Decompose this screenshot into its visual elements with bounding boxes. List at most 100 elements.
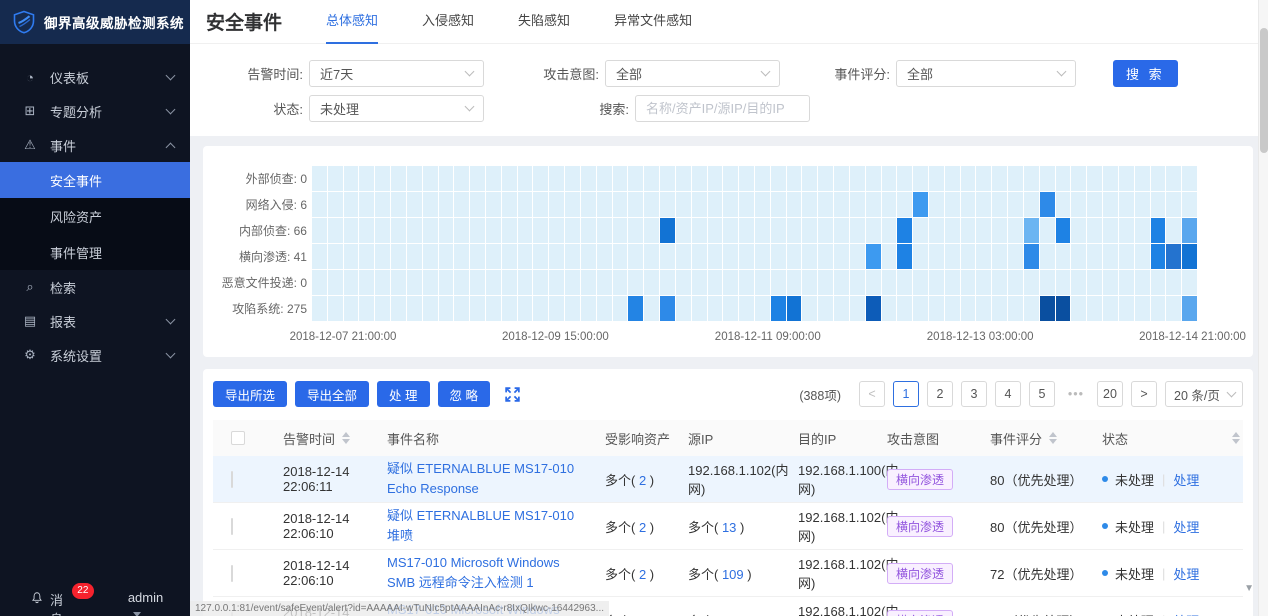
sort-icon[interactable] xyxy=(1232,432,1240,444)
handle-link[interactable]: 处理 xyxy=(1173,611,1199,616)
chevron-down-icon xyxy=(166,71,176,81)
heatmap-cell xyxy=(407,270,422,295)
export-selected-button[interactable]: 导出所选 xyxy=(213,381,287,407)
heatmap-cell xyxy=(676,166,691,191)
handle-button[interactable]: 处 理 xyxy=(377,381,429,407)
heatmap-cell xyxy=(992,218,1007,243)
page-button-20[interactable]: 20 xyxy=(1097,381,1123,407)
heatmap-cell xyxy=(1135,166,1150,191)
event-name-link[interactable]: 疑似 ETERNALBLUE MS17-010 堆喷 xyxy=(387,508,574,543)
count-link[interactable]: 109 xyxy=(722,567,744,582)
logo-shield-icon xyxy=(12,10,36,34)
handle-link[interactable]: 处理 xyxy=(1173,564,1199,583)
tab-compromise[interactable]: 失陷感知 xyxy=(518,0,570,44)
heatmap-cell xyxy=(913,218,928,243)
page-button-1[interactable]: 1 xyxy=(893,381,919,407)
alert-time-select[interactable]: 近7天 xyxy=(309,60,484,87)
heatmap-cell xyxy=(818,244,833,269)
count-link[interactable]: 2 xyxy=(639,473,646,488)
handle-link[interactable]: 处理 xyxy=(1173,470,1199,489)
heatmap-cell xyxy=(1040,270,1055,295)
heatmap-cell xyxy=(1182,192,1197,217)
event-score-select[interactable]: 全部 xyxy=(896,60,1076,87)
sidebar-subitem-risk-assets[interactable]: 风险资产 xyxy=(0,198,190,234)
heatmap-cell xyxy=(1040,296,1055,321)
sidebar-item-reports[interactable]: ▤报表 xyxy=(0,304,190,338)
heatmap-cell xyxy=(1182,244,1197,269)
source-ip-cell: 多个( 13 ) xyxy=(688,517,798,536)
tab-intrusion[interactable]: 入侵感知 xyxy=(422,0,474,44)
heatmap-cell xyxy=(913,166,928,191)
heatmap-row-label: 外部侦查: 0 xyxy=(203,166,307,192)
export-all-button[interactable]: 导出全部 xyxy=(295,381,369,407)
sidebar-subitem-security-events[interactable]: 安全事件 xyxy=(0,162,190,198)
sidebar-item-system-settings[interactable]: ⚙系统设置 xyxy=(0,338,190,372)
heatmap-cell xyxy=(739,166,754,191)
ellipsis-page-button: ••• xyxy=(1063,381,1089,407)
heatmap-cell xyxy=(470,218,485,243)
keyword-input[interactable] xyxy=(635,95,810,122)
sidebar-item-events[interactable]: ⚠事件 xyxy=(0,128,190,162)
event-name-link[interactable]: MS17-010 Microsoft Windows SMB 远程命令注入检测 … xyxy=(387,555,560,590)
heatmap-cell xyxy=(1151,244,1166,269)
attack-intent-badge: 横向渗透 xyxy=(887,516,953,537)
row-checkbox[interactable] xyxy=(231,518,233,535)
page-button-4[interactable]: 4 xyxy=(995,381,1021,407)
heatmap-cell xyxy=(359,296,374,321)
fullscreen-expand-icon[interactable] xyxy=(504,386,521,403)
x-axis-tick-label: 2018-12-09 15:00:00 xyxy=(502,331,609,343)
status-select[interactable]: 未处理 xyxy=(309,95,484,122)
row-checkbox[interactable] xyxy=(231,565,233,582)
heatmap-cell xyxy=(1008,244,1023,269)
heatmap-cell xyxy=(1135,270,1150,295)
heatmap-cell xyxy=(454,192,469,217)
user-menu[interactable]: admin xyxy=(128,590,176,616)
count-link[interactable]: 2 xyxy=(639,567,646,582)
heatmap-cell xyxy=(533,218,548,243)
handle-link[interactable]: 处理 xyxy=(1173,517,1199,536)
heatmap-cell xyxy=(1024,270,1039,295)
event-name-link[interactable]: 疑似 ETERNALBLUE MS17-010 Echo Response xyxy=(387,461,574,496)
heatmap-cell xyxy=(1056,166,1071,191)
heatmap-cell xyxy=(929,296,944,321)
heatmap-cell xyxy=(992,296,1007,321)
count-link[interactable]: 13 xyxy=(722,520,736,535)
heatmap-cell xyxy=(502,296,517,321)
heatmap-cell xyxy=(1087,218,1102,243)
heatmap-cell xyxy=(565,218,580,243)
sidebar-item-dashboard[interactable]: ◔仪表板 xyxy=(0,60,190,94)
heatmap-cell xyxy=(866,270,881,295)
vertical-scrollbar[interactable] xyxy=(1258,0,1268,616)
page-button-5[interactable]: 5 xyxy=(1029,381,1055,407)
sidebar-item-topic-analysis[interactable]: ⊞专题分析 xyxy=(0,94,190,128)
next-page-button[interactable]: > xyxy=(1131,381,1157,407)
content-area: 外部侦查: 0网络入侵: 6内部侦查: 66横向渗透: 41恶意文件投递: 0攻… xyxy=(190,136,1268,616)
heatmap-cell xyxy=(834,244,849,269)
column-header: 事件评分 xyxy=(990,429,1102,448)
heatmap-cell xyxy=(628,296,643,321)
sort-icon[interactable] xyxy=(1049,432,1057,444)
select-all-checkbox[interactable] xyxy=(231,431,245,445)
page-button-2[interactable]: 2 xyxy=(927,381,953,407)
tab-abnormal-file[interactable]: 异常文件感知 xyxy=(614,0,692,44)
heatmap-cell xyxy=(470,192,485,217)
sort-icon[interactable] xyxy=(342,432,350,444)
sidebar-subitem-event-management[interactable]: 事件管理 xyxy=(0,234,190,270)
page-size-select[interactable]: 20 条/页 xyxy=(1165,381,1243,407)
row-checkbox[interactable] xyxy=(231,471,233,488)
source-ip-cell: 192.168.1.102(内网) xyxy=(688,460,798,498)
ignore-button[interactable]: 忽 略 xyxy=(438,381,490,407)
tab-overall[interactable]: 总体感知 xyxy=(326,0,378,44)
page-button-3[interactable]: 3 xyxy=(961,381,987,407)
search-button[interactable]: 搜 索 xyxy=(1113,60,1178,87)
count-link[interactable]: 2 xyxy=(639,520,646,535)
heatmap-cell xyxy=(1056,244,1071,269)
heatmap-cell xyxy=(486,244,501,269)
bell-icon[interactable] xyxy=(30,591,44,605)
prev-page-button[interactable]: < xyxy=(859,381,885,407)
heatmap-cell xyxy=(676,218,691,243)
x-axis-tick-label: 2018-12-11 09:00:00 xyxy=(715,331,821,343)
scrollbar-thumb[interactable] xyxy=(1260,28,1268,153)
sidebar-item-retrieval[interactable]: ⌕检索 xyxy=(0,270,190,304)
attack-intent-select[interactable]: 全部 xyxy=(605,60,780,87)
